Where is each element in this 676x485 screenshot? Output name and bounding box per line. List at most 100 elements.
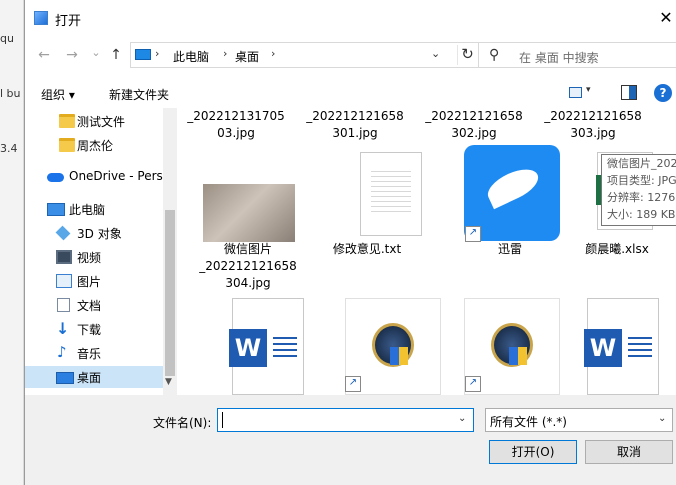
sidebar-item-test-files[interactable]: 测试文件 [25,110,163,132]
document-icon [57,298,70,312]
file-item[interactable]: _202212121658 303.jpg [534,108,652,142]
desktop-icon [56,372,74,384]
open-button[interactable]: 打开(O) [489,440,577,464]
back-button[interactable]: ← [35,46,53,64]
bottom-panel: 文件名(N): ⌄ 所有文件 (*.*) ⌄ 打开(O) 取消 [25,395,676,485]
sidebar-item-label: 视频 [77,251,102,265]
sidebar-item-label: OneDrive - Perso [69,169,171,183]
sidebar-item-label: 文档 [77,299,102,313]
music-icon: ♪ [57,343,67,361]
sidebar-item-jay-chou[interactable]: 周杰伦 [25,134,163,156]
refresh-icon[interactable]: ↻ [457,45,477,65]
shortcut-arrow-icon: ↗ [465,226,481,242]
image-thumbnail[interactable] [203,184,295,242]
computer-icon [135,49,151,60]
word-icon: W [584,329,622,367]
filetype-select[interactable]: 所有文件 (*.*) ⌄ [485,408,673,432]
file-item-label[interactable]: 修改意见.txt [308,241,426,258]
navigation-pane: 测试文件 周杰伦 OneDrive - Perso 此电脑 3D 对象 视频 图… [25,108,177,395]
text-lines [273,333,297,361]
text-file-icon[interactable] [360,152,422,236]
chevron-right-icon[interactable]: › [223,47,227,60]
shortcut-arrow-icon: ↗ [345,376,361,392]
sidebar-item-label: 下载 [77,323,102,337]
breadcrumb-this-pc[interactable]: 此电脑 [173,48,209,65]
sidebar-item-this-pc[interactable]: 此电脑 [25,198,163,220]
sidebar-item-label: 周杰伦 [77,139,114,153]
sidebar-item-music[interactable]: ♪ 音乐 [25,342,163,364]
shortcut-arrow-icon: ↗ [465,376,481,392]
background-text: l bu [0,87,21,100]
chevron-down-icon[interactable]: ⌄ [431,47,440,60]
background-app-window: qu l bu 3.4 [0,0,24,485]
sidebar-item-label: 3D 对象 [77,227,122,241]
filename-label: 文件名(N): [153,416,212,430]
word-icon: W [229,329,267,367]
file-item-label[interactable]: 颜晨曦.xlsx [558,241,676,258]
forward-button[interactable]: → [63,46,81,64]
view-options-button[interactable]: ▾ [569,85,595,100]
dialog-title: 打开 [55,14,82,29]
chevron-down-icon[interactable]: ⌄ [458,413,466,424]
filetype-value: 所有文件 (*.*) [490,415,567,429]
tooltip-line: 项目类型: JPG [607,174,676,187]
file-info-tooltip: 微信图片_202 项目类型: JPG 分辨率: 1276 大小: 189 KB [601,154,676,226]
filename-input[interactable]: ⌄ [217,408,474,432]
chevron-right-icon[interactable]: › [155,47,159,60]
tooltip-line: 大小: 189 KB [607,208,676,221]
sidebar-item-pictures[interactable]: 图片 [25,270,163,292]
tooltip-line: 分辨率: 1276 [607,191,676,204]
file-list: _202212131705 03.jpg _202212121658 301.j… [177,108,676,395]
pane-icon [629,86,636,99]
sidebar-item-documents[interactable]: 文档 [25,294,163,316]
text-lines [628,333,652,361]
dialog-icon [34,11,48,25]
folder-icon [59,138,75,152]
breadcrumb-desktop[interactable]: 桌面 [235,48,259,65]
chevron-down-icon: ▾ [586,85,591,95]
sidebar-item-3d-objects[interactable]: 3D 对象 [25,222,163,244]
search-placeholder: 在 桌面 中搜索 [519,51,599,65]
file-item-label[interactable]: 迅雷 [451,241,569,258]
sidebar-item-label: 图片 [77,275,102,289]
organize-button[interactable]: 组织 ▾ [41,86,75,103]
new-folder-button[interactable]: 新建文件夹 [109,86,169,103]
close-button[interactable]: ✕ [655,6,676,30]
title-bar: 打开 ✕ [25,0,676,36]
sidebar-scrollbar-thumb[interactable] [165,210,175,376]
chevron-right-icon[interactable]: › [271,47,275,60]
file-item[interactable]: _202212121658 301.jpg [296,108,414,142]
scroll-down-icon[interactable]: ▼ [165,377,172,387]
sidebar-item-onedrive[interactable]: OneDrive - Perso [25,166,170,188]
recent-locations-button[interactable]: ⌄ [87,44,105,62]
computer-icon [47,203,65,216]
cancel-button[interactable]: 取消 [585,440,673,464]
cloud-icon [47,173,64,182]
file-item[interactable]: _202212131705 03.jpg [177,108,295,142]
search-icon: ⚲ [489,47,500,63]
word-file-icon[interactable]: W [584,298,659,395]
sidebar-item-desktop[interactable]: 桌面 [25,366,163,388]
sidebar-item-label: 此电脑 [69,203,106,217]
file-item[interactable]: _202212121658 302.jpg [415,108,533,142]
bird-shape [483,162,543,210]
sidebar-item-label: 音乐 [77,347,102,361]
tooltip-line: 微信图片_202 [607,157,676,170]
sidebar-item-label: 桌面 [77,371,102,385]
preview-pane-button[interactable] [621,85,637,100]
sidebar-item-videos[interactable]: 视频 [25,246,163,268]
text-lines [371,167,411,213]
file-item-label[interactable]: 微信图片 _202212121658 304.jpg [189,241,307,292]
picture-icon [56,274,72,288]
video-icon [56,250,72,264]
word-file-icon[interactable]: W [229,298,304,395]
sidebar-item-downloads[interactable]: ↓ 下载 [25,318,163,340]
up-button[interactable]: ↑ [107,46,125,64]
chevron-down-icon: ⌄ [658,413,667,424]
shield-icon [509,347,527,365]
help-button[interactable]: ? [654,84,672,102]
address-bar[interactable]: › 此电脑 › 桌面 › ⌄ ↻ [130,42,480,68]
sidebar-item-label: 测试文件 [77,115,126,129]
folder-icon [59,114,75,128]
search-box[interactable]: ⚲ 在 桌面 中搜索 [478,42,676,68]
